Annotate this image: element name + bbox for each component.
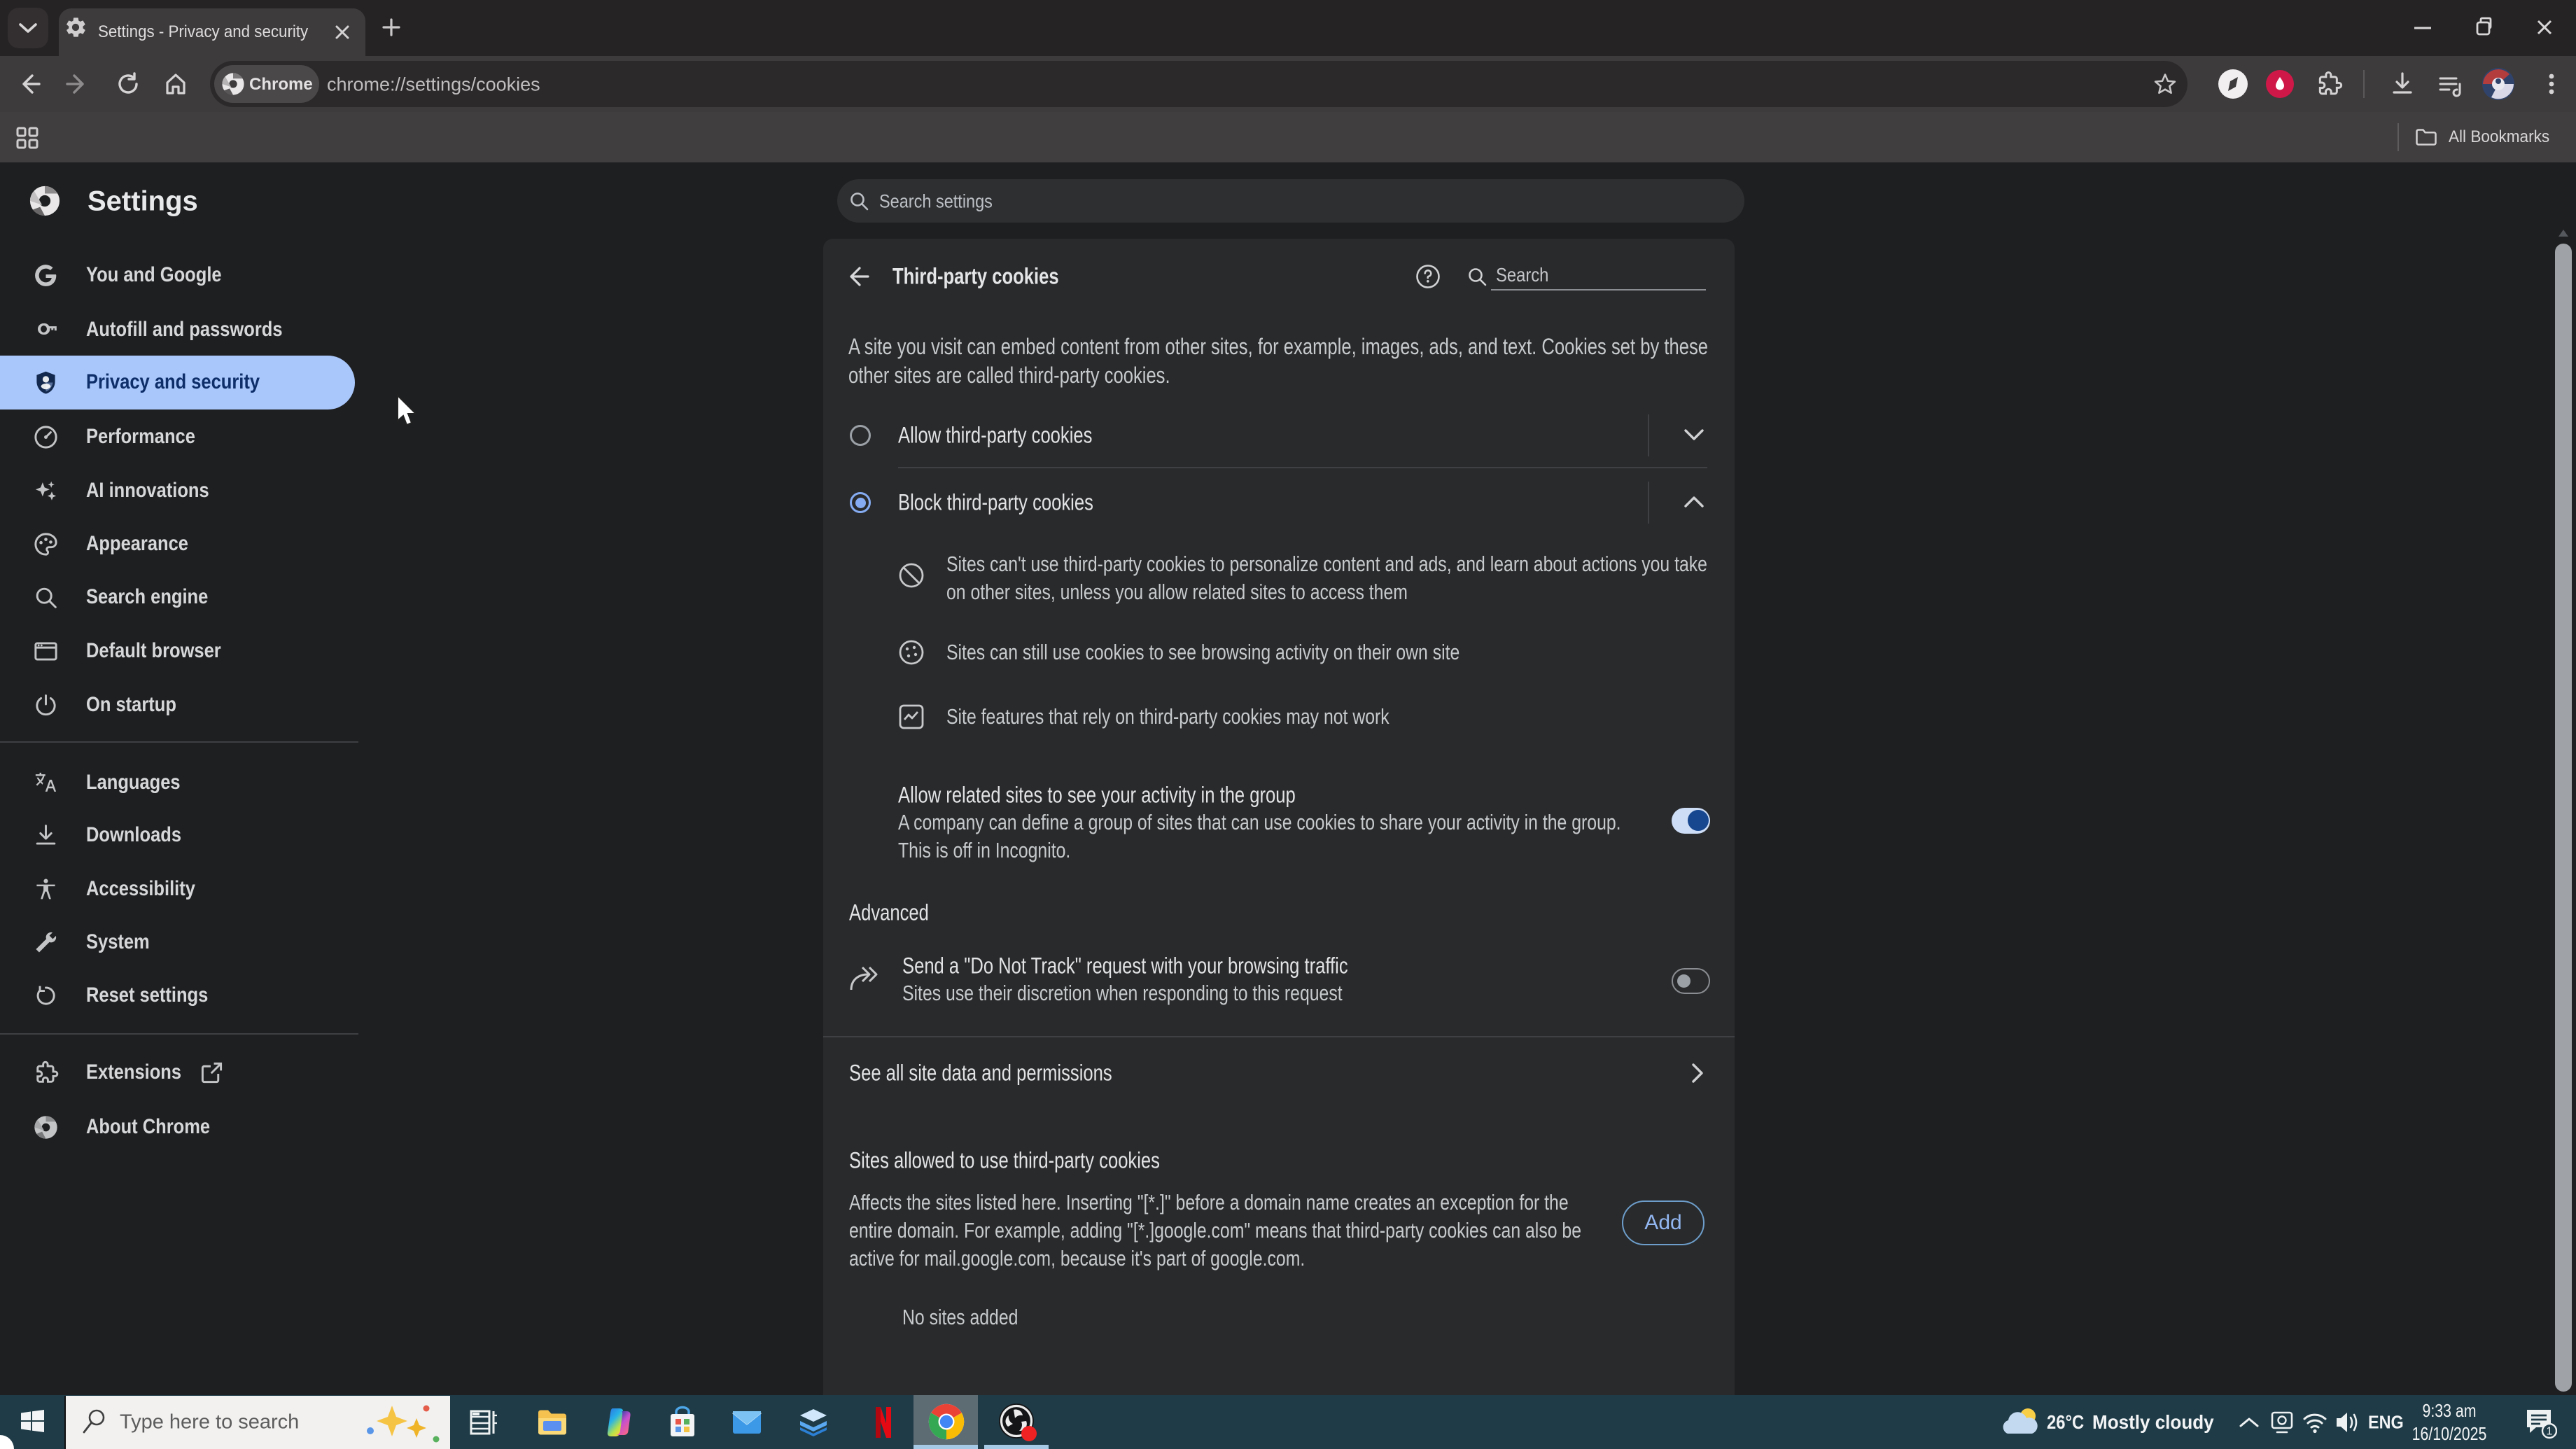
svg-text:1: 1 — [2547, 1426, 2553, 1438]
